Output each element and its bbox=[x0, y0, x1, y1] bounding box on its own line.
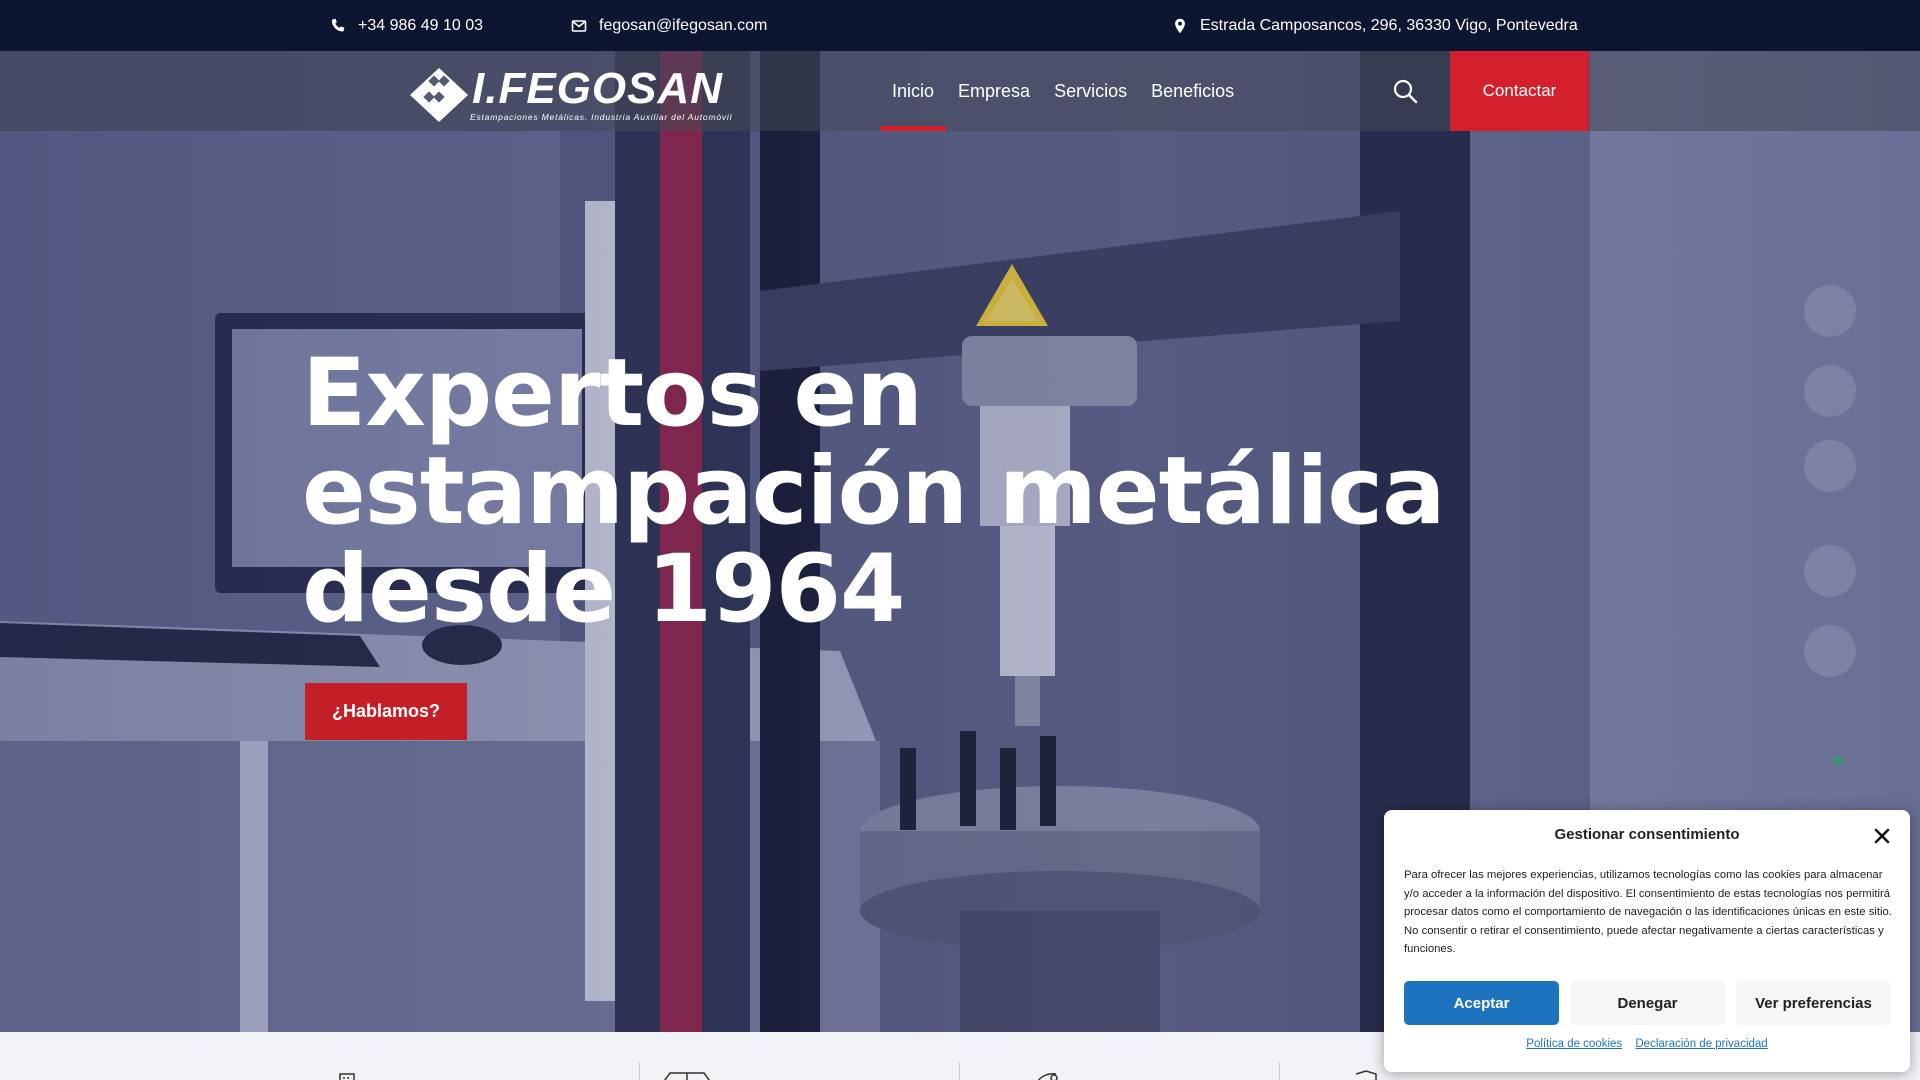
accept-button[interactable]: Aceptar bbox=[1404, 981, 1559, 1025]
cookie-policy-link[interactable]: Política de cookies bbox=[1526, 1038, 1622, 1050]
hero-title: Expertos en estampación metálica desde 1… bbox=[302, 345, 1452, 639]
preferences-button[interactable]: Ver preferencias bbox=[1736, 981, 1891, 1025]
phone-number: +34 986 49 10 03 bbox=[358, 16, 484, 34]
cookie-description: Para ofrecer las mejores experiencias, u… bbox=[1404, 869, 1892, 955]
email-address: fegosan@ifegosan.com bbox=[599, 16, 768, 34]
nav-menu: Inicio Empresa Servicios Beneficios bbox=[880, 51, 1246, 131]
contactar-button[interactable]: Contactar bbox=[1450, 51, 1589, 131]
logo-diamond-icon bbox=[410, 68, 468, 122]
search-icon[interactable] bbox=[1392, 78, 1418, 104]
rocket-icon bbox=[1037, 1073, 1058, 1080]
top-bar: +34 986 49 10 03 fegosan@ifegosan.com Es… bbox=[0, 0, 1920, 51]
envelope-icon bbox=[571, 19, 587, 32]
main-nav: I.FEGOSAN Estampaciones Metálicas. Indus… bbox=[0, 51, 1920, 131]
hablamos-button[interactable]: ¿Hablamos? bbox=[305, 683, 467, 740]
nav-item-servicios[interactable]: Servicios bbox=[1042, 51, 1139, 131]
topbar-email[interactable]: fegosan@ifegosan.com bbox=[571, 0, 767, 51]
topbar-phone[interactable]: +34 986 49 10 03 bbox=[330, 0, 483, 51]
building-icon bbox=[339, 1073, 355, 1080]
cookie-title: Gestionar consentimiento bbox=[1554, 826, 1740, 843]
cookie-consent-dialog: Gestionar consentimiento Para ofrecer la… bbox=[1384, 810, 1910, 1072]
strip-divider bbox=[639, 1062, 640, 1080]
topbar-address: Estrada Camposancos, 296, 36330 Vigo, Po… bbox=[1172, 0, 1578, 51]
nav-item-inicio[interactable]: Inicio bbox=[880, 51, 947, 131]
hero-title-line-3: desde 1964 bbox=[302, 535, 905, 644]
address-text: Estrada Camposancos, 296, 36330 Vigo, Po… bbox=[1200, 16, 1578, 34]
cookie-links: Política de cookies Declaración de priva… bbox=[1384, 1038, 1910, 1050]
map-pin-icon bbox=[1175, 18, 1185, 33]
shield-icon bbox=[1355, 1070, 1377, 1080]
hero-title-line-1: Expertos en bbox=[302, 339, 923, 448]
privacy-statement-link[interactable]: Declaración de privacidad bbox=[1635, 1038, 1767, 1050]
strip-divider bbox=[959, 1062, 960, 1080]
deny-button[interactable]: Denegar bbox=[1570, 981, 1725, 1025]
hero-title-line-2: estampación metálica bbox=[302, 437, 1446, 546]
car-icon bbox=[663, 1072, 711, 1080]
logo-tagline: Estampaciones Metálicas. Industria Auxil… bbox=[470, 112, 733, 122]
nav-item-empresa[interactable]: Empresa bbox=[946, 51, 1042, 131]
close-icon[interactable] bbox=[1872, 826, 1892, 846]
logo[interactable]: I.FEGOSAN Estampaciones Metálicas. Indus… bbox=[410, 64, 740, 124]
logo-wordmark: I.FEGOSAN bbox=[472, 64, 724, 113]
phone-icon bbox=[331, 18, 345, 32]
nav-item-beneficios[interactable]: Beneficios bbox=[1139, 51, 1246, 131]
strip-divider bbox=[1279, 1062, 1280, 1080]
